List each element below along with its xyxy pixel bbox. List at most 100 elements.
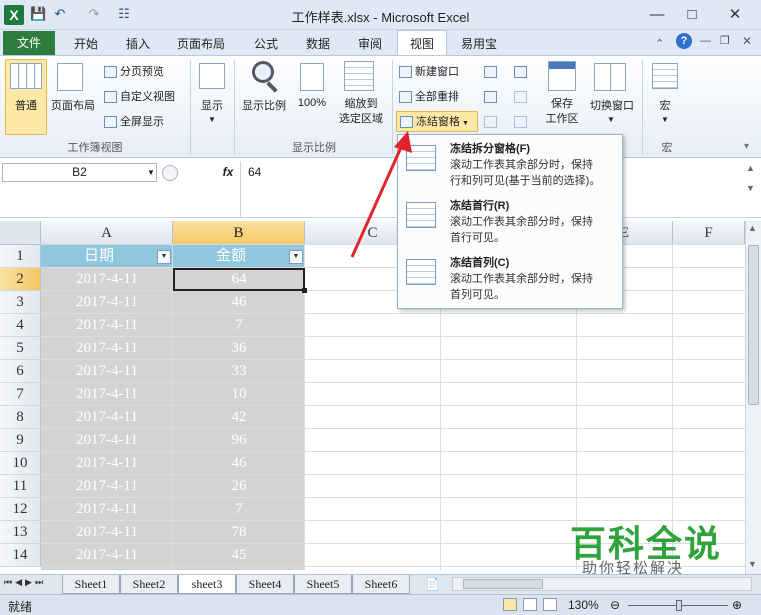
cell-amount[interactable]: 46 (173, 291, 305, 314)
cell-amount[interactable]: 7 (173, 498, 305, 521)
menu-item-freeze-panes[interactable]: 冻结拆分窗格(F) (450, 140, 530, 156)
unhide-icon[interactable] (484, 116, 497, 128)
view-side-by-side-icon[interactable] (514, 66, 527, 78)
tab-insert[interactable]: 插入 (116, 33, 160, 56)
insert-sheet-icon[interactable]: 📄 (425, 577, 440, 591)
zoom-to-selection-icon[interactable] (344, 61, 374, 91)
cell-date[interactable]: 2017-4-11 (41, 452, 173, 475)
row-header[interactable]: 10 (0, 452, 41, 475)
new-window-button[interactable]: 新建窗口 (399, 62, 459, 82)
cell-amount[interactable]: 33 (173, 360, 305, 383)
cell-date[interactable]: 2017-4-11 (41, 337, 173, 360)
tab-easy-treasure[interactable]: 易用宝 (454, 33, 504, 56)
show-button[interactable]: 显示 (194, 97, 230, 113)
cell-amount[interactable]: 7 (173, 314, 305, 337)
scroll-down-icon[interactable]: ▼ (748, 559, 757, 569)
scroll-up-icon[interactable]: ▲ (748, 223, 757, 233)
page-layout-status-icon[interactable] (523, 598, 537, 611)
cell-amount[interactable]: 10 (173, 383, 305, 406)
formula-scroll-down-icon[interactable]: ▼ (746, 183, 755, 193)
cell-date[interactable]: 2017-4-11 (41, 521, 173, 544)
ribbon-expand-icon[interactable]: ▾ (744, 141, 749, 152)
row-header[interactable]: 14 (0, 544, 41, 567)
show-icon[interactable] (199, 63, 225, 89)
name-box[interactable]: B2 (2, 163, 157, 182)
hide-icon[interactable] (484, 91, 497, 103)
formula-input[interactable]: 64 (248, 165, 261, 179)
name-box-dropdown-icon[interactable]: ▼ (147, 168, 155, 177)
collapse-ribbon-icon[interactable]: ⌃ (655, 37, 664, 50)
row-header[interactable]: 3 (0, 291, 41, 314)
zoom-slider-thumb[interactable] (676, 600, 682, 611)
cell-date[interactable]: 2017-4-11 (41, 268, 173, 291)
zoom-100-icon[interactable] (300, 63, 324, 91)
row-header[interactable]: 13 (0, 521, 41, 544)
switch-windows-button[interactable]: 切换窗口 (584, 97, 640, 113)
sync-scroll-icon[interactable] (514, 91, 527, 103)
save-workspace-button[interactable]: 保存 工作区 (538, 97, 586, 127)
cell-amount[interactable]: 45 (173, 544, 305, 567)
cell-amount[interactable]: 36 (173, 337, 305, 360)
cell-date[interactable]: 2017-4-11 (41, 383, 173, 406)
row-header[interactable]: 5 (0, 337, 41, 360)
scroll-thumb[interactable] (748, 245, 759, 405)
active-cell-b2[interactable] (173, 268, 305, 291)
row-header[interactable]: 6 (0, 360, 41, 383)
row-header[interactable]: 9 (0, 429, 41, 452)
minimize-button[interactable]: — (640, 0, 674, 30)
cell-date[interactable]: 2017-4-11 (41, 429, 173, 452)
close-button[interactable]: ✕ (718, 0, 752, 30)
sheet-tab[interactable]: Sheet6 (352, 575, 410, 594)
cell-amount[interactable]: 78 (173, 521, 305, 544)
cell-date[interactable]: 2017-4-11 (41, 498, 173, 521)
help-icon[interactable]: ? (676, 33, 692, 49)
close-workbook-icon[interactable]: ✕ (742, 34, 752, 48)
horizontal-scrollbar[interactable] (452, 577, 752, 591)
cell-date[interactable]: 2017-4-11 (41, 360, 173, 383)
tab-page-layout[interactable]: 页面布局 (168, 33, 234, 56)
zoom-magnifier-icon[interactable] (252, 61, 274, 83)
arrange-all-button[interactable]: 全部重排 (399, 87, 459, 107)
tab-view[interactable]: 视图 (397, 30, 447, 56)
tab-formulas[interactable]: 公式 (244, 33, 288, 56)
sheet-tab[interactable]: sheet3 (178, 575, 236, 594)
zoom-in-icon[interactable]: ⊕ (732, 598, 742, 612)
zoom-out-icon[interactable]: ⊖ (610, 598, 620, 612)
minimize-workbook-icon[interactable]: — (700, 35, 711, 47)
sheet-tab[interactable]: Sheet4 (236, 575, 294, 594)
custom-views-button[interactable]: 自定义视图 (104, 87, 175, 107)
split-icon[interactable] (484, 66, 497, 78)
page-layout-button[interactable]: 页面布局 (47, 97, 99, 113)
macros-icon[interactable] (652, 63, 678, 89)
switch-windows-dropdown-icon[interactable]: ▼ (607, 115, 615, 124)
tab-home[interactable]: 开始 (64, 33, 108, 56)
restore-workbook-icon[interactable]: ❐ (720, 34, 730, 47)
fill-handle[interactable] (302, 288, 307, 293)
maximize-button[interactable]: □ (675, 0, 709, 30)
insert-function-icon[interactable]: fx (218, 163, 238, 182)
sheet-tab[interactable]: Sheet5 (294, 575, 352, 594)
sheet-tab[interactable]: Sheet1 (62, 575, 120, 594)
zoom-100-button[interactable]: 100% (294, 97, 330, 109)
cell-amount[interactable]: 42 (173, 406, 305, 429)
reset-position-icon[interactable] (514, 116, 527, 128)
sheet-tab[interactable]: Sheet2 (120, 575, 178, 594)
vertical-scrollbar[interactable]: ▲ ▼ (745, 221, 761, 574)
macros-dropdown-icon[interactable]: ▼ (661, 115, 669, 124)
page-layout-icon[interactable] (57, 63, 83, 91)
zoom-to-selection-button[interactable]: 缩放到 选定区域 (332, 97, 390, 127)
cell-amount[interactable]: 26 (173, 475, 305, 498)
tab-data[interactable]: 数据 (296, 33, 340, 56)
cell-date[interactable]: 2017-4-11 (41, 406, 173, 429)
menu-item-freeze-first-column[interactable]: 冻结首列(C) (450, 254, 509, 270)
tab-file[interactable]: 文件 (3, 31, 55, 55)
zoom-button[interactable]: 显示比例 (238, 97, 290, 113)
zoom-level[interactable]: 130% (568, 598, 599, 612)
row-header[interactable]: 8 (0, 406, 41, 429)
cell-date[interactable]: 2017-4-11 (41, 475, 173, 498)
sheet-nav-icons[interactable]: ⏮◀▶⏭ (4, 577, 46, 588)
formula-scroll-up-icon[interactable]: ▲ (746, 163, 755, 173)
row-header[interactable]: 11 (0, 475, 41, 498)
row-header[interactable]: 12 (0, 498, 41, 521)
cell-amount[interactable]: 96 (173, 429, 305, 452)
